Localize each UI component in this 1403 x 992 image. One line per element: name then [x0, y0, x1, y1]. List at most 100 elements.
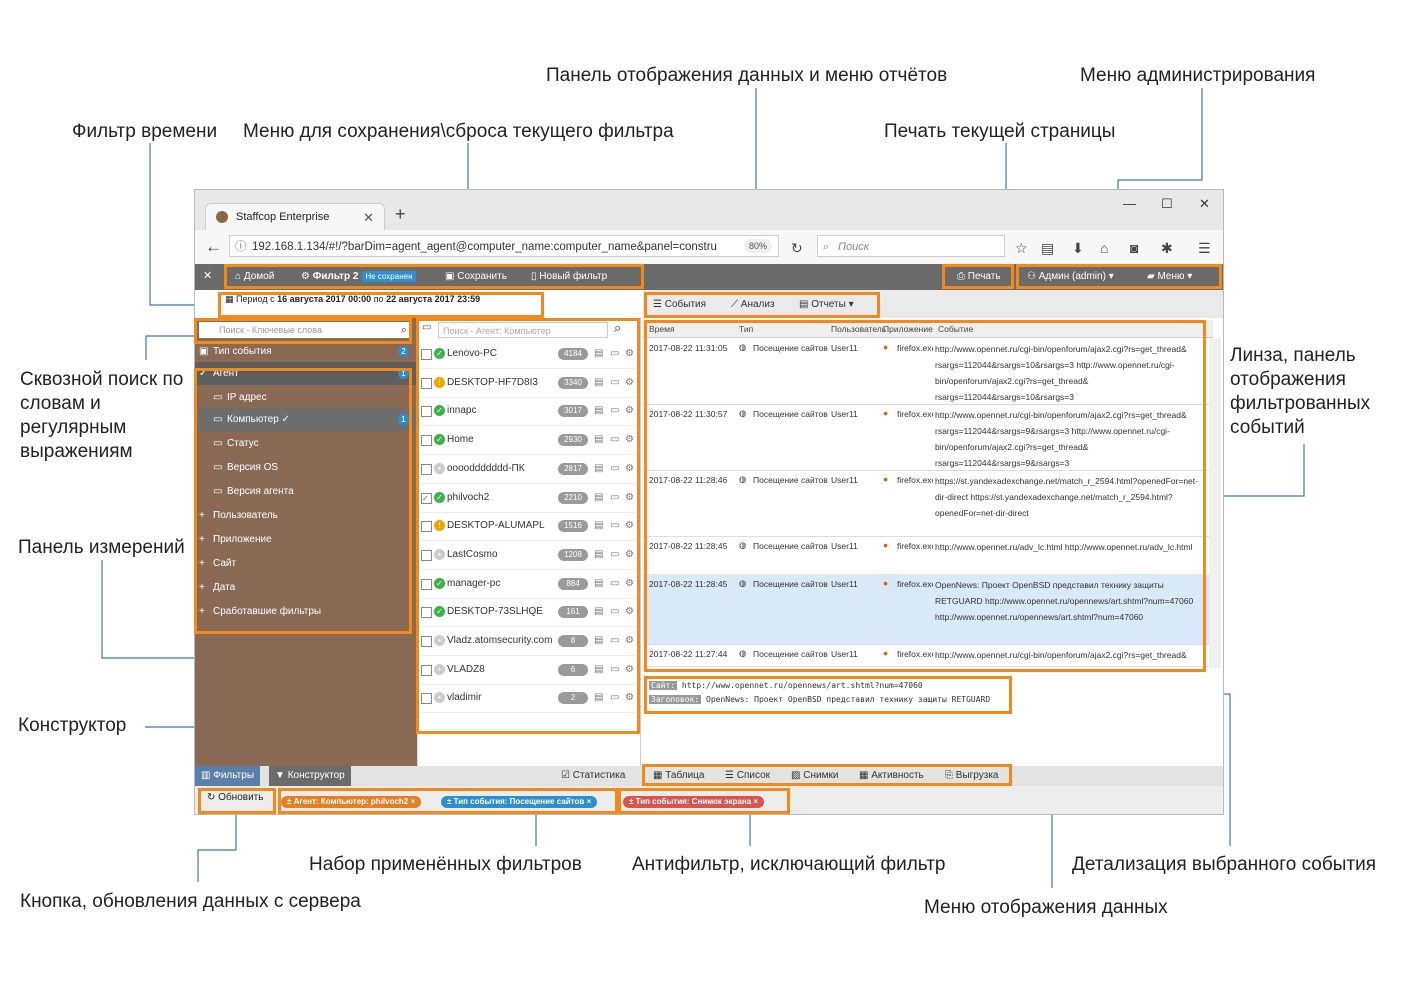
dimension-item[interactable]: + Сайт — [195, 552, 417, 575]
screen-icon[interactable]: ▭ — [610, 570, 619, 598]
event-row[interactable]: 2017-08-22 11:28:46 ◍ Посещение сайтов User… — [643, 470, 1209, 537]
view-list-button[interactable]: ☰ Список — [725, 770, 770, 781]
save-button[interactable]: ▣ Сохранить — [445, 271, 507, 282]
agent-row[interactable]: • vladimir 2 ▤ ▭ ⚙ — [418, 684, 640, 714]
address-bar[interactable]: ⓘ 192.168.1.134/#!/?barDim=agent_agent@c… — [229, 235, 779, 257]
close-tab-icon[interactable]: ✕ — [363, 204, 374, 231]
minimize-icon[interactable]: — — [1123, 196, 1136, 211]
dimension-item[interactable]: ▭ Компьютер ✓ 1 — [195, 408, 417, 431]
period-filter[interactable]: ▦ Период с 16 августа 2017 00:00 по 22 а… — [225, 294, 480, 305]
screen-icon[interactable]: ▭ — [610, 369, 619, 397]
home-icon[interactable]: ⌂ — [1100, 240, 1108, 256]
event-list-icon[interactable]: ▤ — [594, 541, 603, 569]
agent-checkbox[interactable] — [421, 664, 432, 676]
settings-gears-icon[interactable]: ⚙ — [625, 570, 634, 598]
settings-gears-icon[interactable]: ⚙ — [625, 369, 634, 397]
browser-tab[interactable]: Staffcop Enterprise ✕ — [205, 203, 385, 230]
funnel-icon[interactable]: ▼ — [199, 322, 209, 333]
screen-icon[interactable]: ▭ — [610, 656, 619, 684]
dimension-item[interactable]: ✓ Агент 1 — [195, 362, 417, 385]
settings-gears-icon[interactable]: ⚙ — [625, 512, 634, 540]
filter-chip[interactable]: ± Тип события: Посещение сайтов × — [441, 796, 598, 808]
screen-icon[interactable]: ▭ — [610, 426, 619, 454]
settings-gears-icon[interactable]: ⚙ — [625, 684, 634, 712]
agent-checkbox[interactable] — [421, 607, 432, 619]
dimension-item[interactable]: ▭ Статус — [195, 432, 417, 455]
event-list-icon[interactable]: ▤ — [594, 484, 603, 512]
filter-chip[interactable]: ± Агент: Компьютер: philvoch2 × — [281, 796, 422, 808]
settings-gears-icon[interactable]: ⚙ — [625, 340, 634, 368]
agent-row[interactable]: ! DESKTOP-HF7D8I3 3340 ▤ ▭ ⚙ — [418, 369, 640, 398]
dimension-item[interactable]: ▭ IP адрес — [195, 386, 417, 409]
screen-icon[interactable]: ▭ — [610, 512, 619, 540]
agent-checkbox[interactable] — [421, 549, 432, 561]
event-row[interactable]: 2017-08-22 11:30:57 ◍ Посещение сайтов User… — [643, 404, 1209, 471]
admin-menu-button[interactable]: ⚇ Админ (admin) ▾ — [1027, 271, 1114, 282]
agent-row[interactable]: ✓ DESKTOP-73SLHQE 161 ▤ ▭ ⚙ — [418, 598, 640, 628]
events-scrollbar[interactable] — [1209, 338, 1221, 668]
agent-checkbox[interactable] — [421, 406, 432, 418]
export-button[interactable]: ⎘ Выгрузка — [945, 770, 998, 781]
tab-constructor[interactable]: ▼ Конструктор — [269, 766, 351, 786]
screen-icon[interactable]: ▭ — [610, 684, 619, 712]
event-list-icon[interactable]: ▤ — [594, 512, 603, 540]
main-menu-button[interactable]: ▰ Меню ▾ — [1147, 271, 1192, 282]
dimension-item[interactable]: ▭ Версия OS — [195, 456, 417, 479]
column-user[interactable]: Пользователь — [831, 324, 886, 334]
home-button[interactable]: ⌂ Домой — [235, 271, 274, 282]
search-icon[interactable]: ⌕ — [401, 322, 407, 338]
dimension-item[interactable]: + Приложение — [195, 528, 417, 551]
bug-icon[interactable]: ✱ — [1161, 240, 1173, 257]
view-shots-button[interactable]: ▨ Снимки — [791, 770, 838, 781]
event-list-icon[interactable]: ▤ — [594, 656, 603, 684]
tab-filters[interactable]: ▥ Фильтры — [195, 766, 261, 786]
browser-search-field[interactable]: ⌕ Поиск — [817, 235, 1005, 257]
hamburger-menu-icon[interactable]: ☰ — [1198, 240, 1211, 257]
dimension-item[interactable]: ▭ Версия агента — [195, 480, 417, 503]
filter-name-button[interactable]: ⚙ Фильтр 2 Не сохранен — [301, 271, 416, 282]
screen-icon[interactable]: ▭ — [610, 627, 619, 655]
event-list-icon[interactable]: ▤ — [594, 340, 603, 368]
reload-icon[interactable]: ↻ — [791, 240, 803, 257]
agent-checkbox[interactable] — [421, 578, 432, 590]
tab-events[interactable]: ☰ События — [653, 299, 706, 310]
column-app[interactable]: Приложение — [883, 324, 933, 334]
dimension-item[interactable]: + Сработавшие фильтры — [195, 600, 417, 623]
dimension-item[interactable]: + Дата — [195, 576, 417, 599]
agent-row[interactable]: ✓ Lenovo-PC 4184 ▤ ▭ ⚙ — [418, 340, 640, 369]
agent-checkbox[interactable] — [421, 693, 432, 705]
new-filter-button[interactable]: ▯ Новый фильтр — [531, 271, 607, 282]
agent-row[interactable]: ✓ ✓ philvoch2 2210 ▤ ▭ ⚙ — [418, 484, 640, 513]
event-list-icon[interactable]: ▤ — [594, 369, 603, 397]
agent-row[interactable]: ✓ innapc 3017 ▤ ▭ ⚙ — [418, 397, 640, 427]
agent-checkbox[interactable] — [421, 463, 432, 475]
agent-row[interactable]: • Vladz.atomsecurity.com 8 ▤ ▭ ⚙ — [418, 627, 640, 656]
column-time[interactable]: Время — [649, 324, 675, 334]
agent-row[interactable]: ✓ manager-pc 884 ▤ ▭ ⚙ — [418, 570, 640, 599]
statistics-toggle[interactable]: ☑ Статистика — [561, 770, 625, 781]
agent-checkbox[interactable]: ✓ — [421, 492, 432, 504]
agent-row[interactable]: ✓ Home 2930 ▤ ▭ ⚙ — [418, 426, 640, 456]
event-list-icon[interactable]: ▤ — [594, 598, 603, 626]
settings-gears-icon[interactable]: ⚙ — [625, 455, 634, 483]
agent-checkbox[interactable] — [421, 377, 432, 389]
keyword-search-input[interactable]: Поиск - Ключевые слова ⌕ — [199, 322, 411, 338]
settings-gears-icon[interactable]: ⚙ — [625, 656, 634, 684]
view-activity-button[interactable]: ▦ Активность — [859, 770, 924, 781]
screen-icon[interactable]: ▭ — [610, 541, 619, 569]
agent-checkbox[interactable] — [421, 349, 432, 360]
agent-search-input[interactable]: Поиск - Агент: Компьютер — [438, 322, 608, 338]
tab-analysis[interactable]: ⟋ Анализ — [731, 299, 775, 310]
column-type[interactable]: Тип — [739, 324, 753, 334]
agent-row[interactable]: ! DESKTOP-ALUMAPL 1516 ▤ ▭ ⚙ — [418, 512, 640, 542]
window-close-icon[interactable]: ✕ — [1199, 196, 1210, 212]
event-list-icon[interactable]: ▤ — [594, 397, 603, 425]
event-list-icon[interactable]: ▤ — [594, 684, 603, 712]
pocket-icon[interactable]: ◙ — [1130, 240, 1138, 256]
bookmark-star-icon[interactable]: ☆ — [1015, 240, 1028, 257]
screen-icon[interactable]: ▭ — [610, 397, 619, 425]
event-list-icon[interactable]: ▤ — [594, 455, 603, 483]
dimension-item[interactable]: + Пользователь — [195, 504, 417, 527]
settings-gears-icon[interactable]: ⚙ — [625, 598, 634, 626]
agent-row[interactable]: • VLADZ8 6 ▤ ▭ ⚙ — [418, 656, 640, 685]
